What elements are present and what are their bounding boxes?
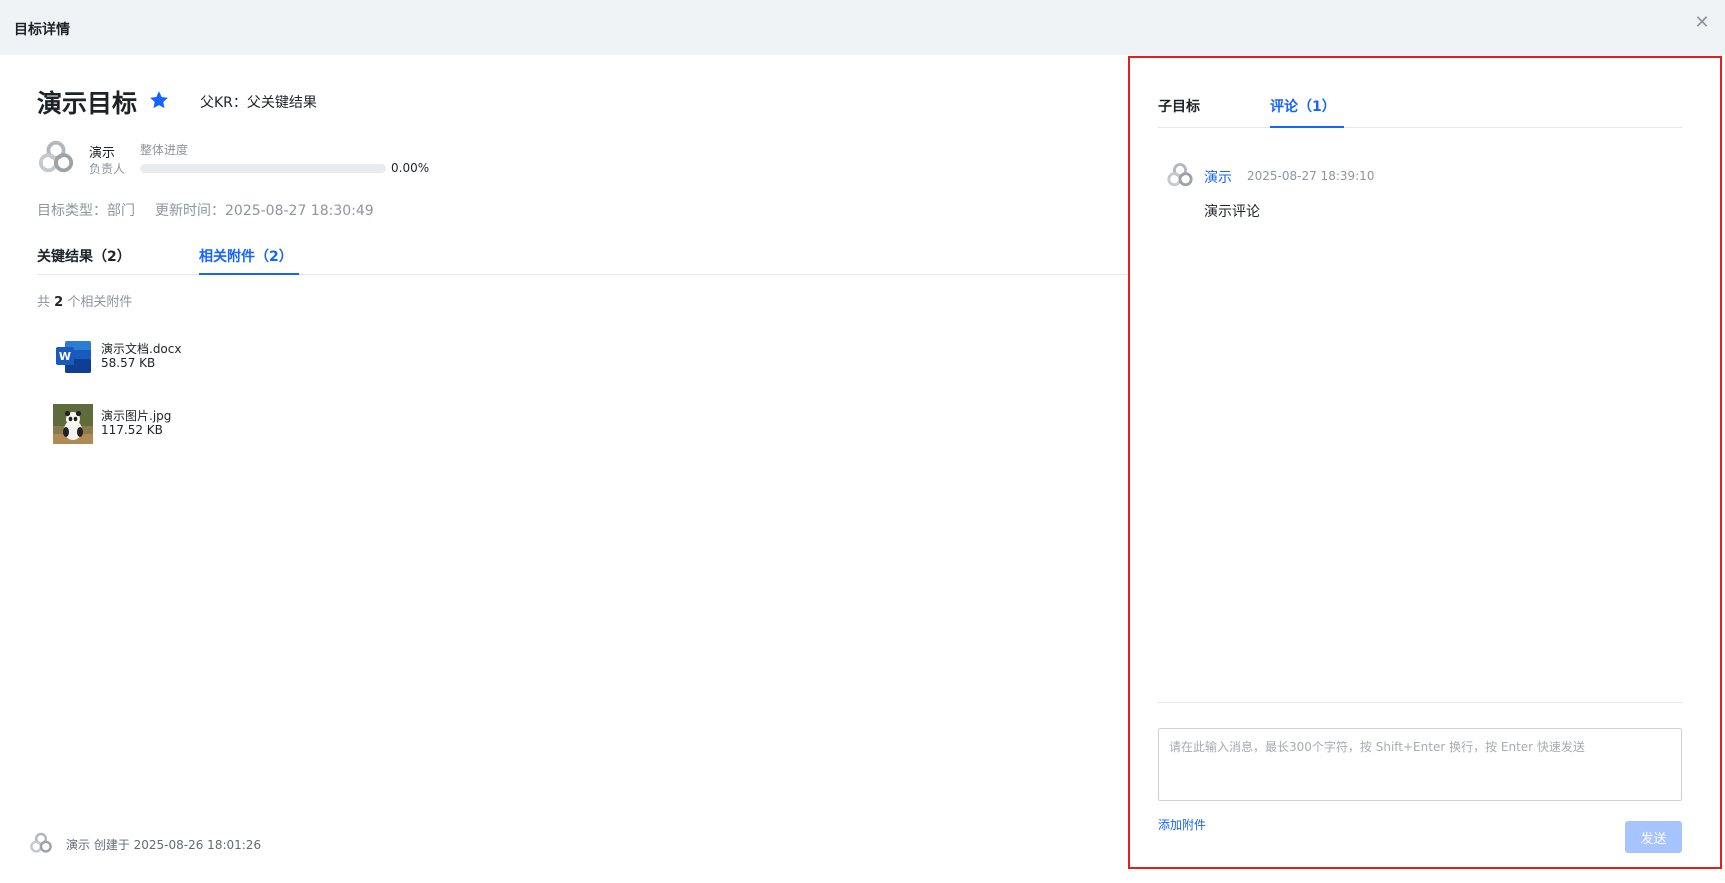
image-thumbnail-icon — [53, 404, 93, 444]
window-header: 目标详情 ✕ — [0, 0, 1725, 55]
window-title: 目标详情 — [14, 22, 70, 38]
tab-sub-goals[interactable]: 子目标 — [1158, 96, 1200, 128]
goal-tabs: 关键结果（2） 相关附件（2） — [37, 238, 1127, 275]
star-icon[interactable] — [148, 89, 170, 111]
comment-time: 2025-08-27 18:39:10 — [1247, 169, 1375, 183]
progress-value: 0.00% — [391, 161, 430, 175]
creator-info: 演示 创建于 2025-08-26 18:01:26 — [66, 838, 262, 852]
add-attachment-link[interactable]: 添加附件 — [1158, 816, 1206, 833]
svg-text:W: W — [59, 350, 71, 363]
tab-attachments[interactable]: 相关附件（2） — [199, 246, 299, 275]
comment-body: 演示评论 — [1204, 204, 1260, 220]
close-icon[interactable]: ✕ — [1693, 14, 1711, 32]
divider — [1158, 702, 1682, 703]
attachment-size: 117.52 KB — [101, 423, 163, 437]
attachment-count-prefix: 共 — [37, 295, 51, 310]
progress-bar — [140, 164, 386, 173]
attachment-size: 58.57 KB — [101, 356, 156, 370]
word-file-icon: W — [56, 341, 91, 373]
goal-title: 演示目标 — [37, 89, 138, 118]
attachment-count-number: 2 — [54, 295, 64, 310]
comment-avatar — [1167, 163, 1193, 187]
creator-avatar — [30, 832, 52, 853]
attachment-name: 演示文档.docx — [101, 342, 182, 356]
parent-kr-link[interactable]: 父KR：父关键结果 — [200, 92, 317, 112]
attachment-item[interactable]: W 演示文档.docx 58.57 KB — [53, 337, 353, 381]
send-button[interactable]: 发送 — [1625, 821, 1682, 853]
goal-type: 目标类型：部门 — [37, 203, 135, 219]
comment-item: 演示 2025-08-27 18:39:10 演示评论 — [1166, 161, 1666, 221]
comment-author[interactable]: 演示 — [1204, 167, 1232, 187]
attachment-count: 共 2 个相关附件 — [37, 291, 132, 310]
comment-input[interactable] — [1158, 728, 1682, 801]
tab-key-results[interactable]: 关键结果（2） — [37, 246, 131, 275]
attachment-count-suffix: 个相关附件 — [67, 295, 133, 310]
owner-avatar — [38, 140, 74, 173]
attachment-item[interactable]: 演示图片.jpg 117.52 KB — [53, 404, 353, 448]
tab-comments[interactable]: 评论（1） — [1270, 96, 1344, 128]
progress-label: 整体进度 — [140, 143, 189, 157]
attachment-name: 演示图片.jpg — [101, 409, 172, 423]
owner-name: 演示 — [89, 146, 116, 161]
owner-role: 负责人 — [89, 162, 126, 176]
panel-tabs: 子目标 评论（1） — [1158, 96, 1682, 128]
goal-updated-time: 更新时间：2025-08-27 18:30:49 — [155, 203, 374, 219]
comments-panel: 子目标 评论（1） 演示 2025-08-27 18:39:10 演示评论 添加… — [1128, 56, 1722, 869]
